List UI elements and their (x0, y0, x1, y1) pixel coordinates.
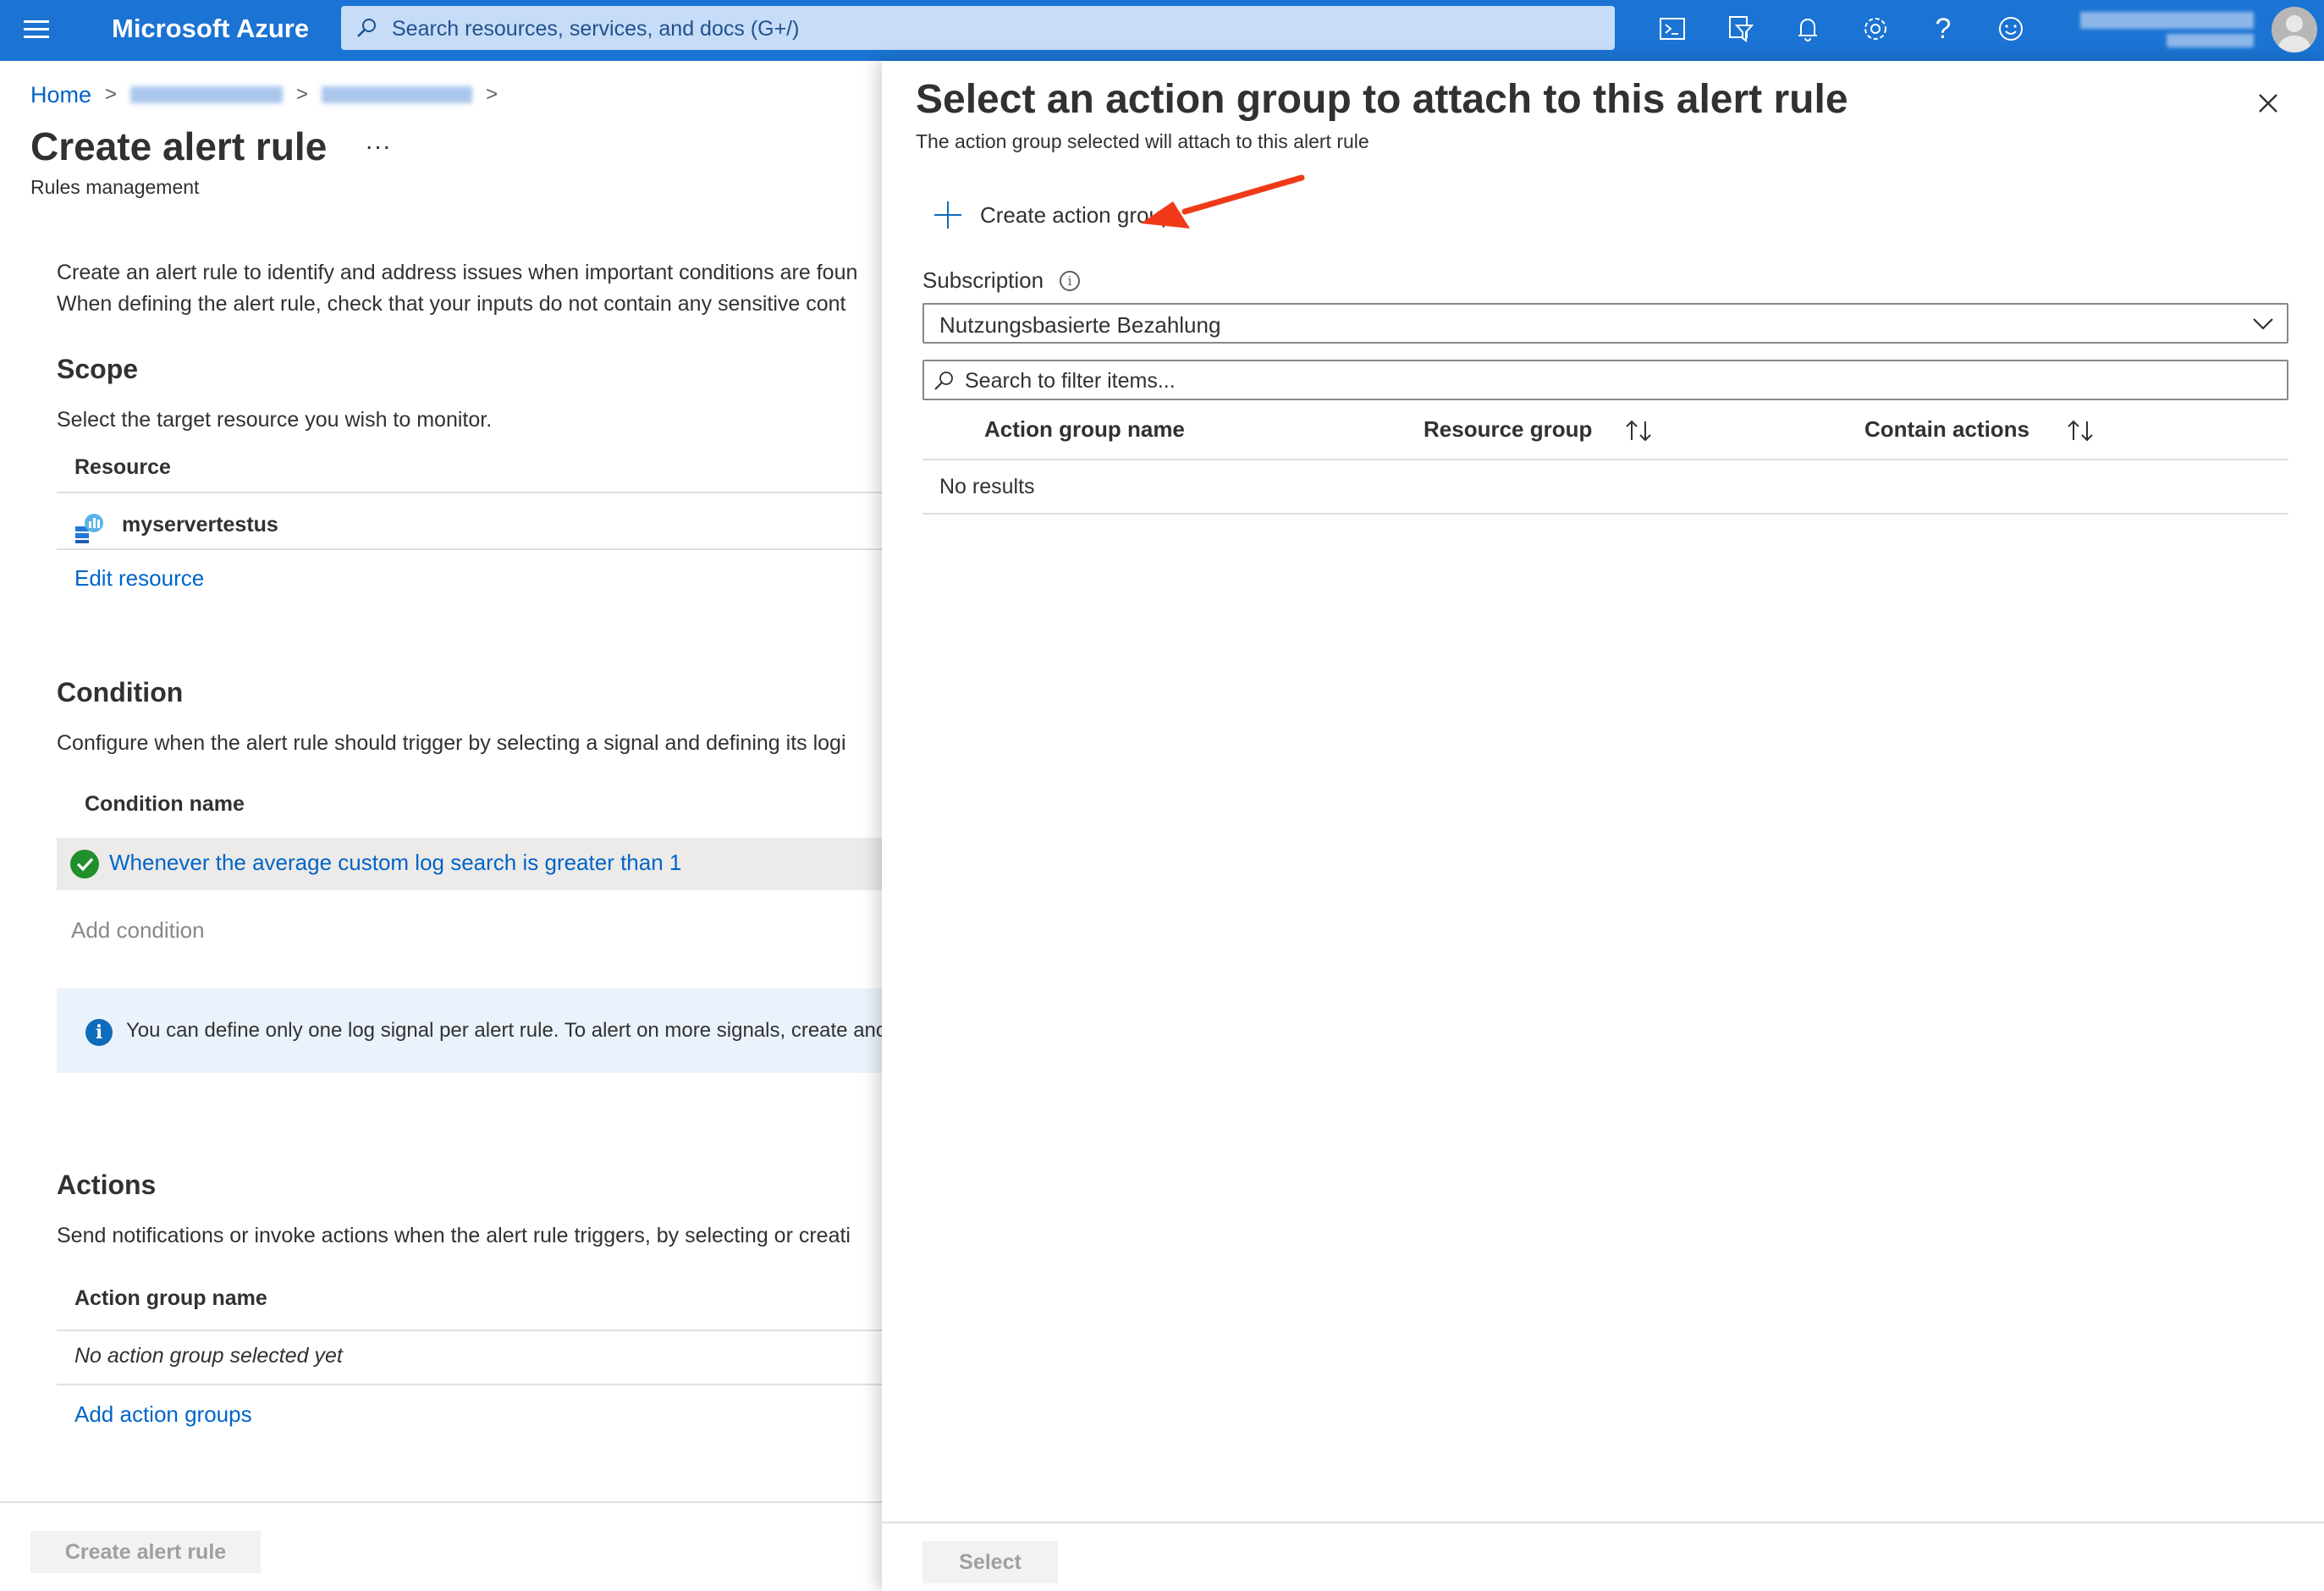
edit-resource-link[interactable]: Edit resource (74, 565, 204, 592)
search-icon (934, 372, 953, 390)
no-results-text: No results (939, 475, 1035, 498)
help-glyph: ? (1935, 12, 1952, 45)
blade-title: Select an action group to attach to this… (916, 77, 1848, 122)
condition-name-column-header: Condition name (85, 792, 245, 816)
menu-icon[interactable] (24, 17, 52, 42)
breadcrumb-separator: > (296, 83, 309, 106)
sort-icon[interactable] (1623, 416, 1654, 445)
info-banner: i You can define only one log signal per… (57, 988, 882, 1073)
more-options-button[interactable]: ... (366, 127, 392, 156)
add-condition-button[interactable]: Add condition (71, 917, 205, 944)
page-subtitle: Rules management (30, 176, 200, 198)
info-banner-text: You can define only one log signal per a… (126, 1019, 882, 1042)
plus-icon (934, 201, 961, 228)
scope-heading: Scope (57, 354, 139, 384)
filter-input[interactable] (963, 366, 2278, 396)
breadcrumb-blurred-1[interactable] (130, 86, 284, 103)
info-icon[interactable]: i (1060, 271, 1080, 291)
intro-line-1: Create an alert rule to identify and add… (57, 261, 858, 284)
page-title: Create alert rule (30, 124, 328, 168)
info-icon: i (85, 1019, 113, 1046)
feedback-icon[interactable] (1992, 10, 2029, 47)
resource-name[interactable]: myservertestus (122, 513, 278, 537)
annotation-arrow-icon (1141, 174, 1305, 228)
help-icon[interactable]: ? (1925, 10, 1962, 47)
settings-icon[interactable] (1857, 10, 1894, 47)
account-info[interactable] (2073, 8, 2260, 49)
close-icon[interactable] (2253, 88, 2283, 118)
add-action-groups-link[interactable]: Add action groups (74, 1401, 252, 1428)
column-header-resource-group[interactable]: Resource group (1424, 416, 1592, 443)
table-divider (922, 513, 2288, 515)
condition-link[interactable]: Whenever the average custom log search i… (109, 850, 681, 876)
divider (57, 1330, 882, 1331)
column-header-action-group-name[interactable]: Action group name (984, 416, 1185, 443)
subscription-dropdown[interactable]: Nutzungsbasierte Bezahlung (922, 303, 2288, 344)
create-alert-rule-button[interactable]: Create alert rule (30, 1531, 261, 1573)
resource-column-header: Resource (74, 455, 171, 479)
search-input[interactable] (390, 11, 1595, 47)
subscription-label: Subscription (922, 267, 1044, 293)
actions-description: Send notifications or invoke actions whe… (57, 1224, 851, 1247)
column-header-contain-actions[interactable]: Contain actions (1864, 416, 2029, 443)
blade-footer-divider (882, 1522, 2324, 1523)
footer-divider (0, 1501, 882, 1503)
search-icon (357, 19, 376, 37)
resource-row: myservertestus (57, 499, 882, 553)
action-group-name-column-header: Action group name (74, 1286, 267, 1310)
intro-line-2: When defining the alert rule, check that… (57, 292, 846, 316)
divider (57, 548, 882, 550)
breadcrumb-separator: > (486, 83, 498, 106)
scope-description: Select the target resource you wish to m… (57, 408, 493, 432)
breadcrumb-separator: > (105, 83, 118, 106)
notifications-icon[interactable] (1789, 10, 1826, 47)
brand-name[interactable]: Microsoft Azure (112, 12, 309, 46)
chevron-down-icon (2253, 318, 2273, 330)
no-action-group-text: No action group selected yet (74, 1344, 343, 1368)
condition-description: Configure when the alert rule should tri… (57, 731, 846, 755)
breadcrumb: Home > > > (30, 78, 511, 112)
select-button[interactable]: Select (922, 1541, 1058, 1583)
table-header-divider (922, 459, 2288, 460)
global-search[interactable] (341, 6, 1615, 50)
directory-filter-icon[interactable] (1721, 10, 1759, 47)
breadcrumb-home[interactable]: Home (30, 82, 91, 108)
success-check-icon (70, 850, 99, 878)
sort-icon[interactable] (2065, 416, 2095, 445)
breadcrumb-blurred-2[interactable] (322, 86, 473, 103)
create-alert-rule-page: Home > > > Create alert rule ... Rules m… (0, 61, 882, 1591)
database-server-icon (75, 514, 103, 543)
intro-text: Create an alert rule to identify and add… (57, 257, 857, 320)
subscription-value: Nutzungsbasierte Bezahlung (939, 312, 1221, 338)
cloud-shell-icon[interactable] (1654, 10, 1691, 47)
divider (57, 492, 882, 493)
avatar[interactable] (2272, 7, 2317, 52)
top-bar: Microsoft Azure ? (0, 0, 2324, 61)
divider (57, 1384, 882, 1385)
condition-row[interactable]: Whenever the average custom log search i… (57, 838, 882, 890)
action-group-blade: Select an action group to attach to this… (882, 61, 2324, 1591)
blade-subtitle: The action group selected will attach to… (916, 130, 1369, 152)
actions-heading: Actions (57, 1170, 157, 1200)
filter-box[interactable] (922, 360, 2288, 400)
condition-heading: Condition (57, 677, 184, 707)
